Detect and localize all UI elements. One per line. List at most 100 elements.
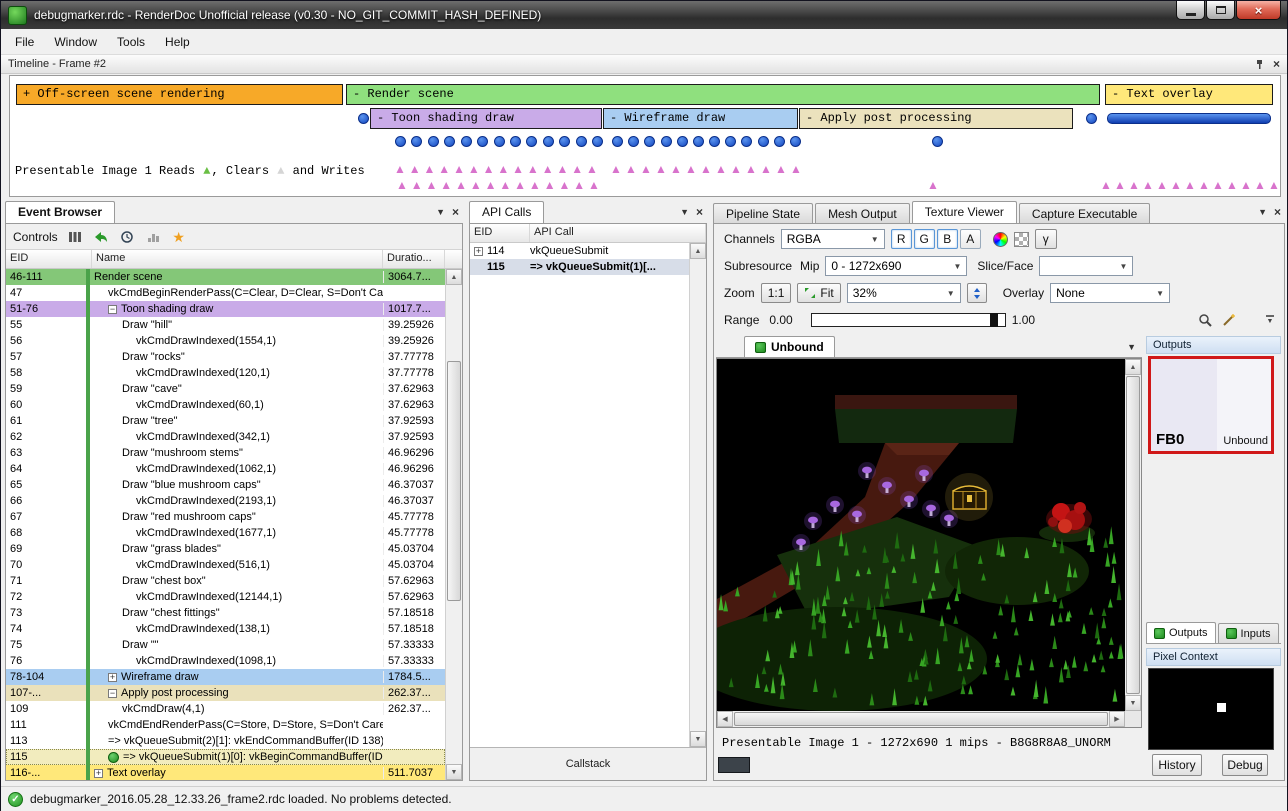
fit-button[interactable]: Fit bbox=[797, 283, 840, 303]
timeline-bar--off-screen-scene-rendering[interactable]: + Off-screen scene rendering bbox=[16, 84, 343, 105]
marker-triangle-icon[interactable]: ▲ bbox=[409, 163, 421, 175]
event-row[interactable]: 47vkCmdBeginRenderPass(C=Clear, D=Clear,… bbox=[6, 285, 445, 301]
event-row[interactable]: 116-...+Text overlay511.7037 bbox=[6, 765, 445, 780]
scroll-left-icon[interactable]: ◀ bbox=[717, 711, 733, 727]
marker-triangle-icon[interactable]: ▲ bbox=[396, 179, 408, 191]
api-call-row[interactable]: 115=> vkQueueSubmit(1)[... bbox=[470, 259, 689, 275]
panel-menu-icon[interactable]: ▼ bbox=[1258, 208, 1267, 217]
tab-event-browser[interactable]: Event Browser bbox=[5, 201, 115, 223]
event-row[interactable]: 69Draw "grass blades"45.03704 bbox=[6, 541, 445, 557]
timeline-draw-dot[interactable] bbox=[576, 136, 587, 147]
time-draws-icon[interactable] bbox=[118, 228, 136, 246]
panel-close-icon[interactable]: × bbox=[1274, 206, 1281, 218]
timeline-draw-dot[interactable] bbox=[758, 136, 769, 147]
scroll-down-icon[interactable]: ▼ bbox=[690, 731, 706, 747]
event-row[interactable]: 55Draw "hill"39.25926 bbox=[6, 317, 445, 333]
timeline-draw-dot[interactable] bbox=[543, 136, 554, 147]
panel-menu-icon[interactable]: ▼ bbox=[680, 208, 689, 217]
timeline-caption[interactable]: Timeline - Frame #2 × bbox=[1, 55, 1287, 74]
preview-vertical-scrollbar[interactable]: ▲ ▼ bbox=[1125, 359, 1141, 711]
tree-expander-icon[interactable]: − bbox=[108, 689, 117, 698]
event-row[interactable]: 61Draw "tree"37.92593 bbox=[6, 413, 445, 429]
event-row[interactable]: 67Draw "red mushroom caps"45.77778 bbox=[6, 509, 445, 525]
event-row[interactable]: 115=> vkQueueSubmit(1)[0]: vkBeginComman… bbox=[6, 749, 445, 765]
timeline-draw-dot[interactable] bbox=[395, 136, 406, 147]
channels-select[interactable]: RGBA ▼ bbox=[781, 229, 885, 249]
timeline-draw-dot[interactable] bbox=[526, 136, 537, 147]
tab-outputs[interactable]: Outputs bbox=[1146, 622, 1216, 643]
timeline-draw-dot[interactable] bbox=[790, 136, 801, 147]
marker-triangle-icon[interactable]: ▲ bbox=[685, 163, 697, 175]
marker-triangle-icon[interactable]: ▲ bbox=[1128, 179, 1140, 191]
event-row[interactable]: 76vkCmdDrawIndexed(1098,1)57.33333 bbox=[6, 653, 445, 669]
tab-texture-viewer[interactable]: Texture Viewer bbox=[912, 201, 1017, 223]
timeline-bars-icon[interactable] bbox=[66, 228, 84, 246]
marker-triangle-icon[interactable]: ▲ bbox=[700, 163, 712, 175]
column-header-name[interactable]: Name bbox=[92, 250, 383, 268]
maximize-button[interactable] bbox=[1206, 1, 1235, 20]
event-row[interactable]: 57Draw "rocks"37.77778 bbox=[6, 349, 445, 365]
bookmark-icon[interactable]: ★ bbox=[170, 228, 188, 246]
timeline-body[interactable]: Presentable Image 1 Reads ▲, Clears ▲ an… bbox=[9, 75, 1281, 197]
mip-select[interactable]: 0 - 1272x690 ▼ bbox=[825, 256, 967, 276]
gamma-button[interactable]: γ bbox=[1035, 229, 1057, 249]
timeline-draw-dot[interactable] bbox=[1086, 113, 1097, 124]
marker-triangle-icon[interactable]: ▲ bbox=[485, 179, 497, 191]
timeline-draw-dot[interactable] bbox=[612, 136, 623, 147]
marker-triangle-icon[interactable]: ▲ bbox=[1170, 179, 1182, 191]
marker-triangle-icon[interactable]: ▲ bbox=[470, 179, 482, 191]
timeline-draw-dot[interactable] bbox=[444, 136, 455, 147]
channel-b-button[interactable]: B bbox=[937, 229, 958, 249]
marker-triangle-icon[interactable]: ▲ bbox=[394, 163, 406, 175]
event-row[interactable]: 51-76−Toon shading draw1017.7... bbox=[6, 301, 445, 317]
scrollbar-thumb[interactable] bbox=[447, 361, 461, 601]
event-row[interactable]: 107-...−Apply post processing262.37... bbox=[6, 685, 445, 701]
tree-expander-icon[interactable]: + bbox=[94, 769, 103, 778]
timeline-bar--text-overlay[interactable]: - Text overlay bbox=[1105, 84, 1273, 105]
titlebar[interactable]: debugmarker.rdc - RenderDoc Unofficial r… bbox=[1, 1, 1287, 29]
event-row[interactable]: 109vkCmdDraw(4,1)262.37... bbox=[6, 701, 445, 717]
timeline-bar--toon-shading-draw[interactable]: - Toon shading draw bbox=[370, 108, 602, 129]
menu-tools[interactable]: Tools bbox=[107, 31, 155, 53]
event-row[interactable]: 70vkCmdDrawIndexed(516,1)45.03704 bbox=[6, 557, 445, 573]
timeline-draw-dot[interactable] bbox=[428, 136, 439, 147]
marker-triangle-icon[interactable]: ▲ bbox=[514, 179, 526, 191]
event-row[interactable]: 71Draw "chest box"57.62963 bbox=[6, 573, 445, 589]
channel-g-button[interactable]: G bbox=[914, 229, 935, 249]
event-row[interactable]: 58vkCmdDrawIndexed(120,1)37.77778 bbox=[6, 365, 445, 381]
event-row[interactable]: 111vkCmdEndRenderPass(C=Store, D=Store, … bbox=[6, 717, 445, 733]
checkerboard-icon[interactable] bbox=[1014, 232, 1029, 247]
marker-triangle-icon[interactable]: ▲ bbox=[586, 163, 598, 175]
marker-triangle-icon[interactable]: ▲ bbox=[610, 163, 622, 175]
marker-triangle-icon[interactable]: ▲ bbox=[1226, 179, 1238, 191]
timeline-draw-dot[interactable] bbox=[628, 136, 639, 147]
marker-triangle-icon[interactable]: ▲ bbox=[438, 163, 450, 175]
marker-triangle-icon[interactable]: ▲ bbox=[588, 179, 600, 191]
timeline-bar--render-scene[interactable]: - Render scene bbox=[346, 84, 1100, 105]
marker-triangle-icon[interactable]: ▲ bbox=[512, 163, 524, 175]
marker-triangle-icon[interactable]: ▲ bbox=[730, 163, 742, 175]
menu-window[interactable]: Window bbox=[44, 31, 107, 53]
event-row[interactable]: 68vkCmdDrawIndexed(1677,1)45.77778 bbox=[6, 525, 445, 541]
scroll-right-icon[interactable]: ▶ bbox=[1109, 711, 1125, 727]
event-row[interactable]: 60vkCmdDrawIndexed(60,1)37.62963 bbox=[6, 397, 445, 413]
tab-pipeline-state[interactable]: Pipeline State bbox=[713, 203, 813, 223]
pixel-context-view[interactable] bbox=[1148, 668, 1274, 750]
marker-triangle-icon[interactable]: ▲ bbox=[670, 163, 682, 175]
tab-unbound-texture[interactable]: Unbound bbox=[744, 336, 835, 357]
marker-triangle-icon[interactable]: ▲ bbox=[927, 179, 939, 191]
timeline-draw-dot[interactable] bbox=[477, 136, 488, 147]
marker-triangle-icon[interactable]: ▲ bbox=[468, 163, 480, 175]
scroll-up-icon[interactable]: ▲ bbox=[446, 269, 462, 285]
marker-triangle-icon[interactable]: ▲ bbox=[426, 179, 438, 191]
column-header-eid[interactable]: EID bbox=[470, 224, 530, 242]
api-calls-scrollbar[interactable]: ▲ ▼ bbox=[689, 243, 706, 747]
marker-triangle-icon[interactable]: ▲ bbox=[715, 163, 727, 175]
timeline-close-icon[interactable]: × bbox=[1273, 58, 1280, 70]
scrollbar-thumb[interactable] bbox=[734, 712, 1108, 726]
timeline-draw-dot[interactable] bbox=[661, 136, 672, 147]
tab-api-calls[interactable]: API Calls bbox=[469, 201, 544, 223]
close-button[interactable]: × bbox=[1236, 1, 1281, 20]
menu-help[interactable]: Help bbox=[155, 31, 200, 53]
marker-triangle-icon[interactable]: ▲ bbox=[573, 179, 585, 191]
